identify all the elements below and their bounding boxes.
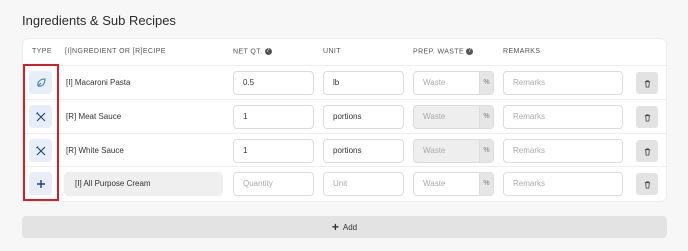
remarks-input[interactable]: Remarks [503,71,623,95]
row-divider [22,99,667,100]
net-qty-input[interactable]: 1 [233,105,314,129]
add-button-label: Add [342,222,358,232]
remarks-input[interactable]: Remarks [503,172,623,196]
net-qty-input[interactable]: 1 [233,139,314,163]
row-divider [22,133,667,134]
remarks-input[interactable]: Remarks [503,105,623,129]
delete-button[interactable] [636,72,658,94]
trash-icon [644,113,650,122]
header-type: TYPE [32,48,52,55]
header-unit: UNIT [323,48,341,55]
header-remarks: REMARKS [503,48,541,55]
waste-input[interactable]: Waste% [413,71,494,95]
section-title: Ingredients & Sub Recipes [22,13,176,28]
header-ingredient: [I]NGREDIENT OR [R]ECIPE [65,48,166,55]
ingredient-select[interactable]: [I] All Purpose Cream [64,172,223,196]
header-net-qt: NET QT.? [233,48,272,56]
waste-input: Waste% [413,105,494,129]
plus-icon: + [331,220,339,234]
unit-input[interactable]: Unit [323,172,404,196]
row-divider [22,65,667,66]
ingredient-name: [I] Macaroni Pasta [66,78,131,87]
info-icon[interactable]: ? [466,48,474,55]
delete-button[interactable] [636,173,658,195]
net-qty-input[interactable]: Quantity [233,172,314,196]
row-divider [22,166,667,167]
delete-button[interactable] [636,106,658,128]
delete-button[interactable] [636,140,658,162]
trash-icon [644,147,650,156]
unit-input[interactable]: portions [323,105,404,129]
unit-input[interactable]: lb [323,71,404,95]
remarks-input[interactable]: Remarks [503,139,623,163]
waste-input[interactable]: Waste% [413,172,494,196]
trash-icon [644,180,650,189]
trash-icon [644,79,650,88]
unit-input[interactable]: portions [323,139,404,163]
waste-input: Waste% [413,139,494,163]
header-prep-waste: PREP. WASTE? [413,48,474,56]
info-icon[interactable]: ? [264,48,272,55]
type-column-highlight [23,64,59,201]
add-button[interactable]: + Add [22,216,667,238]
ingredient-name: [R] White Sauce [66,146,124,155]
ingredient-name: [R] Meat Sauce [66,112,122,121]
net-qty-input[interactable]: 0.5 [233,71,314,95]
